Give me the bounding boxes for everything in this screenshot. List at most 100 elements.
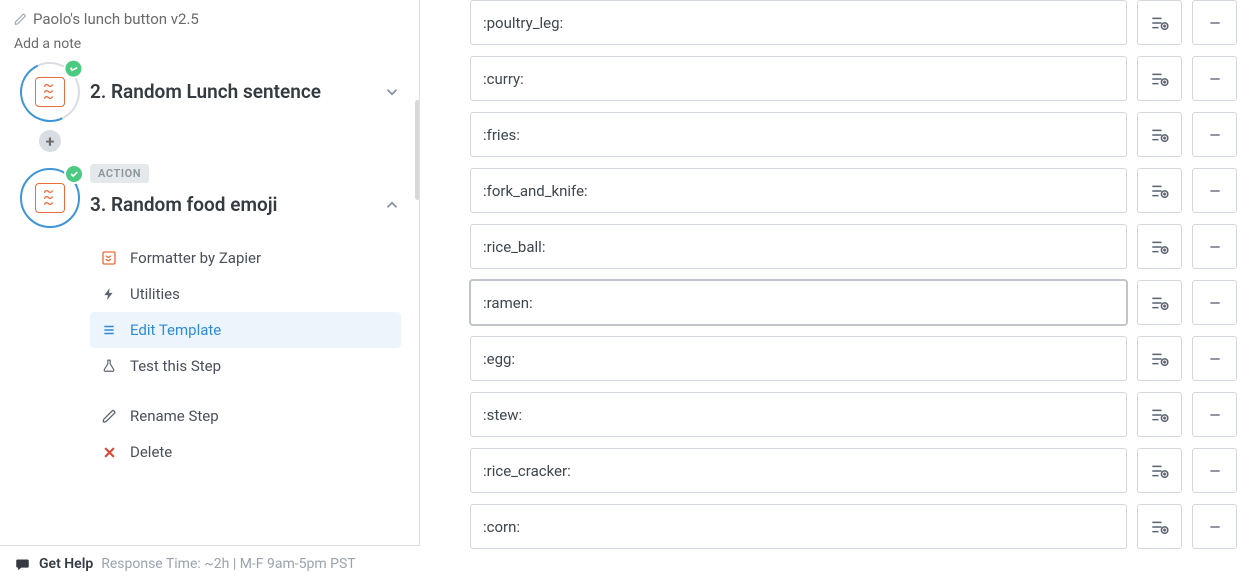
minus-icon <box>1207 295 1223 311</box>
item-value: :poultry_leg: <box>483 14 563 32</box>
chevron-up-icon[interactable] <box>383 196 401 214</box>
item-input[interactable]: :fries: <box>470 112 1127 157</box>
insert-field-icon <box>1150 183 1170 199</box>
item-row: :corn: <box>470 504 1237 549</box>
get-help-link[interactable]: Get Help <box>39 556 93 572</box>
insert-field-button[interactable] <box>1137 224 1182 269</box>
zap-title: Paolo's lunch button v2.5 <box>33 10 199 28</box>
item-input[interactable]: :poultry_leg: <box>470 0 1127 45</box>
insert-field-icon <box>1150 519 1170 535</box>
insert-field-icon <box>1150 15 1170 31</box>
minus-icon <box>1207 239 1223 255</box>
help-bar: Get Help Response Time: ~2h | M-F 9am-5p… <box>0 545 420 582</box>
minus-icon <box>1207 519 1223 535</box>
item-value: :stew: <box>483 406 522 424</box>
menu-label: Rename Step <box>130 407 219 425</box>
item-row: :stew: <box>470 392 1237 437</box>
item-input[interactable]: :egg: <box>470 336 1127 381</box>
remove-item-button[interactable] <box>1192 0 1237 45</box>
insert-field-button[interactable] <box>1137 168 1182 213</box>
insert-field-button[interactable] <box>1137 448 1182 493</box>
pencil-icon <box>14 13 27 26</box>
minus-icon <box>1207 463 1223 479</box>
pencil-icon <box>100 407 118 425</box>
scrollbar[interactable] <box>415 100 420 200</box>
item-input[interactable]: :corn: <box>470 504 1127 549</box>
insert-field-button[interactable] <box>1137 56 1182 101</box>
formatter-icon <box>100 249 118 267</box>
step-2[interactable]: + 2. Random Lunch sentence <box>10 62 419 160</box>
insert-field-icon <box>1150 71 1170 87</box>
bolt-icon <box>100 285 118 303</box>
remove-item-button[interactable] <box>1192 448 1237 493</box>
insert-field-icon <box>1150 463 1170 479</box>
minus-icon <box>1207 127 1223 143</box>
item-value: :egg: <box>483 350 515 368</box>
item-input[interactable]: :ramen: <box>470 280 1127 325</box>
step-3-menu: Formatter by Zapier Utilities Edit Templ… <box>90 240 401 470</box>
steps-list: + 2. Random Lunch sentence <box>0 62 419 470</box>
remove-item-button[interactable] <box>1192 392 1237 437</box>
item-row: :egg: <box>470 336 1237 381</box>
item-input[interactable]: :curry: <box>470 56 1127 101</box>
item-value: :fork_and_knife: <box>483 182 588 200</box>
step-3-ring <box>20 168 80 228</box>
menu-label: Edit Template <box>130 321 221 339</box>
item-row: :fries: <box>470 112 1237 157</box>
response-time: Response Time: ~2h | M-F 9am-5pm PST <box>101 556 355 572</box>
remove-item-button[interactable] <box>1192 168 1237 213</box>
remove-item-button[interactable] <box>1192 336 1237 381</box>
menu-label: Utilities <box>130 285 180 303</box>
menu-label: Formatter by Zapier <box>130 249 261 267</box>
menu-formatter[interactable]: Formatter by Zapier <box>90 240 401 276</box>
list-icon <box>100 321 118 339</box>
remove-item-button[interactable] <box>1192 280 1237 325</box>
chevron-down-icon[interactable] <box>383 83 401 101</box>
insert-field-button[interactable] <box>1137 280 1182 325</box>
step-2-title: 2. Random Lunch sentence <box>90 80 321 103</box>
step-3[interactable]: ACTION 3. Random food emoji Formatter by… <box>10 160 419 470</box>
insert-field-button[interactable] <box>1137 112 1182 157</box>
insert-field-button[interactable] <box>1137 0 1182 45</box>
remove-item-button[interactable] <box>1192 224 1237 269</box>
insert-field-icon <box>1150 295 1170 311</box>
menu-test-step[interactable]: Test this Step <box>90 348 401 384</box>
chat-icon <box>14 557 31 572</box>
menu-delete[interactable]: Delete <box>90 434 401 470</box>
minus-icon <box>1207 407 1223 423</box>
minus-icon <box>1207 183 1223 199</box>
sidebar: Paolo's lunch button v2.5 Add a note + <box>0 0 420 545</box>
remove-item-button[interactable] <box>1192 504 1237 549</box>
add-step-button[interactable]: + <box>39 130 61 152</box>
check-icon <box>64 164 84 184</box>
add-note-link[interactable]: Add a note <box>0 32 419 62</box>
item-row: :curry: <box>470 56 1237 101</box>
insert-field-button[interactable] <box>1137 336 1182 381</box>
item-value: :rice_ball: <box>483 238 545 256</box>
step-3-title: 3. Random food emoji <box>90 193 278 216</box>
item-row: :rice_ball: <box>470 224 1237 269</box>
remove-item-button[interactable] <box>1192 56 1237 101</box>
menu-label: Test this Step <box>130 357 221 375</box>
minus-icon <box>1207 351 1223 367</box>
item-value: :fries: <box>483 126 520 144</box>
menu-edit-template[interactable]: Edit Template <box>90 312 401 348</box>
item-value: :ramen: <box>483 294 533 312</box>
item-input[interactable]: :fork_and_knife: <box>470 168 1127 213</box>
insert-field-icon <box>1150 351 1170 367</box>
item-row: :poultry_leg: <box>470 0 1237 45</box>
menu-utilities[interactable]: Utilities <box>90 276 401 312</box>
item-input[interactable]: :rice_cracker: <box>470 448 1127 493</box>
minus-icon <box>1207 15 1223 31</box>
insert-field-button[interactable] <box>1137 392 1182 437</box>
title-bar[interactable]: Paolo's lunch button v2.5 <box>0 0 419 32</box>
item-row: :fork_and_knife: <box>470 168 1237 213</box>
item-row: :rice_cracker: <box>470 448 1237 493</box>
insert-field-button[interactable] <box>1137 504 1182 549</box>
item-input[interactable]: :stew: <box>470 392 1127 437</box>
remove-item-button[interactable] <box>1192 112 1237 157</box>
item-input[interactable]: :rice_ball: <box>470 224 1127 269</box>
main-content: :poultry_leg::curry::fries::fork_and_kni… <box>430 0 1253 582</box>
menu-rename-step[interactable]: Rename Step <box>90 398 401 434</box>
x-icon <box>100 443 118 461</box>
